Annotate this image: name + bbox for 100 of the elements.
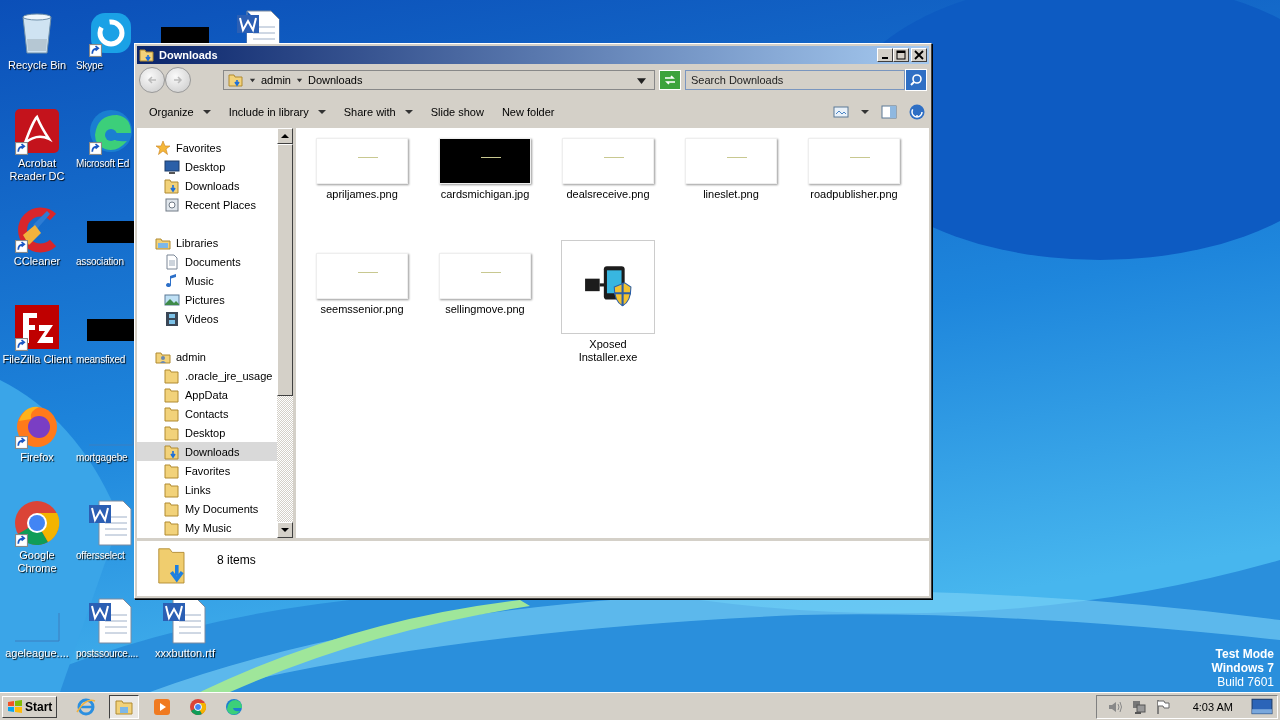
toolbar-button[interactable]: Share with bbox=[335, 103, 421, 121]
clock[interactable]: 4:03 AM bbox=[1192, 700, 1233, 713]
folder-icon bbox=[164, 367, 180, 384]
nav-item[interactable]: My Documents bbox=[137, 499, 277, 518]
icon-label[interactable]: FileZilla Client bbox=[2, 353, 72, 366]
word-document-icon[interactable] bbox=[87, 597, 135, 645]
nav-item[interactable]: Pictures bbox=[137, 290, 277, 309]
caret-icon[interactable] bbox=[861, 108, 869, 116]
flag-icon[interactable] bbox=[1154, 698, 1171, 715]
image-thumbnail[interactable] bbox=[439, 138, 531, 184]
file-name[interactable]: cardsmichigan.jpg bbox=[440, 188, 530, 201]
file-name[interactable]: roadpublisher.png bbox=[810, 188, 898, 201]
nav-item[interactable]: Documents bbox=[137, 252, 277, 271]
maximize-button[interactable] bbox=[893, 48, 909, 62]
folder-icon bbox=[164, 481, 180, 498]
address-bar[interactable]: admin Downloads bbox=[223, 70, 655, 90]
toolbar-button[interactable]: New folder bbox=[493, 103, 563, 121]
file-name[interactable]: apriljames.png bbox=[326, 188, 398, 201]
nav-item[interactable]: Recent Places bbox=[137, 195, 277, 214]
nav-item[interactable]: Downloads bbox=[137, 176, 277, 195]
document-icon bbox=[164, 253, 180, 270]
icon-label[interactable]: association bbox=[76, 255, 124, 268]
icon-label[interactable]: CCleaner bbox=[13, 255, 61, 268]
image-thumbnail[interactable] bbox=[316, 138, 408, 184]
image-thumbnail[interactable] bbox=[685, 138, 777, 184]
nav-item[interactable]: Libraries bbox=[137, 233, 277, 252]
close-button[interactable] bbox=[911, 48, 927, 62]
image-thumbnail-icon[interactable] bbox=[161, 27, 209, 43]
caret-icon[interactable] bbox=[295, 76, 303, 84]
filezilla-icon[interactable] bbox=[13, 303, 61, 351]
icon-label[interactable]: Microsoft Ed bbox=[76, 157, 130, 170]
chrome-icon[interactable] bbox=[13, 499, 61, 547]
breadcrumb-item[interactable]: admin bbox=[261, 74, 291, 86]
dropdown-caret-icon[interactable] bbox=[637, 75, 646, 85]
image-thumbnail[interactable] bbox=[439, 253, 531, 299]
word-document-icon[interactable] bbox=[235, 9, 283, 43]
nav-item[interactable]: Favorites bbox=[137, 138, 277, 157]
search-icon bbox=[909, 73, 923, 87]
preview-pane-icon[interactable] bbox=[881, 104, 897, 120]
icon-label[interactable]: mortgagebe bbox=[76, 451, 128, 464]
nav-item[interactable]: Links bbox=[137, 480, 277, 499]
toolbar-button[interactable]: Include in library bbox=[220, 103, 334, 121]
file-name[interactable]: dealsreceive.png bbox=[566, 188, 650, 201]
minimize-button[interactable] bbox=[877, 48, 893, 62]
refresh-button[interactable] bbox=[659, 70, 681, 90]
scroll-down-icon[interactable] bbox=[281, 526, 289, 534]
monitor-icon bbox=[164, 158, 180, 175]
close-icon bbox=[914, 50, 924, 60]
toolbar-button[interactable]: Organize bbox=[141, 103, 219, 121]
network-icon[interactable] bbox=[1130, 698, 1147, 715]
file-name[interactable]: sellingmove.png bbox=[445, 303, 525, 316]
nav-item[interactable]: Downloads bbox=[137, 442, 277, 461]
nav-item[interactable]: admin bbox=[137, 347, 277, 366]
installer-thumbnail[interactable] bbox=[561, 240, 655, 334]
nav-item[interactable]: Favorites bbox=[137, 461, 277, 480]
folder-icon bbox=[228, 72, 244, 88]
icon-label[interactable]: Acrobat Reader DC bbox=[0, 157, 74, 183]
folder-icon bbox=[164, 386, 180, 403]
nav-item[interactable]: AppData bbox=[137, 385, 277, 404]
breadcrumb-item[interactable]: Downloads bbox=[307, 74, 363, 86]
icon-label[interactable]: meansfixed bbox=[76, 353, 126, 366]
nav-item[interactable]: Videos bbox=[137, 309, 277, 328]
scroll-up-icon[interactable] bbox=[281, 132, 289, 140]
word-document-icon[interactable] bbox=[87, 499, 135, 547]
windows-logo-icon bbox=[7, 698, 23, 715]
nav-item[interactable]: Contacts bbox=[137, 404, 277, 423]
caret-icon[interactable] bbox=[249, 76, 256, 84]
folder-icon bbox=[164, 462, 180, 479]
scrollbar[interactable] bbox=[277, 128, 293, 538]
view-icon[interactable] bbox=[833, 104, 849, 120]
nav-item[interactable]: .oracle_jre_usage bbox=[137, 366, 277, 385]
nav-item[interactable]: My Music bbox=[137, 518, 277, 537]
word-document-icon[interactable] bbox=[161, 597, 209, 645]
taskbar-button[interactable] bbox=[109, 694, 140, 719]
icon-label[interactable]: Skype bbox=[76, 59, 103, 72]
nav-item[interactable]: Desktop bbox=[137, 423, 277, 442]
desktop-notice-text: Build 7601 bbox=[1217, 675, 1274, 689]
search-button[interactable] bbox=[905, 69, 927, 91]
edge-icon[interactable] bbox=[87, 107, 135, 155]
file-name[interactable]: seemssenior.png bbox=[320, 303, 404, 316]
image-thumbnail[interactable] bbox=[316, 253, 408, 299]
toolbar-button[interactable]: Slide show bbox=[422, 103, 492, 121]
file-name[interactable]: Xposed Installer.exe bbox=[560, 338, 656, 364]
show-desktop-icon[interactable] bbox=[1251, 697, 1273, 716]
nav-item[interactable]: Music bbox=[137, 271, 277, 290]
image-thumbnail[interactable] bbox=[808, 138, 900, 184]
help-icon[interactable] bbox=[909, 104, 925, 120]
nav-item[interactable]: Desktop bbox=[137, 157, 277, 176]
acrobat-icon[interactable] bbox=[13, 107, 61, 155]
recent-icon bbox=[164, 196, 180, 213]
file-name[interactable]: lineslet.png bbox=[703, 188, 759, 201]
start-button[interactable]: Start bbox=[2, 695, 58, 718]
desktop-notice-text: Test Mode bbox=[1215, 647, 1274, 661]
icon-label[interactable]: Recycle Bin bbox=[7, 59, 67, 72]
chrome-icon bbox=[188, 696, 209, 717]
image-thumbnail[interactable] bbox=[562, 138, 654, 184]
window-title: Downloads bbox=[159, 49, 218, 61]
edge-icon bbox=[224, 696, 245, 717]
search-field[interactable]: Search Downloads bbox=[685, 70, 905, 90]
ie-icon bbox=[76, 696, 97, 717]
